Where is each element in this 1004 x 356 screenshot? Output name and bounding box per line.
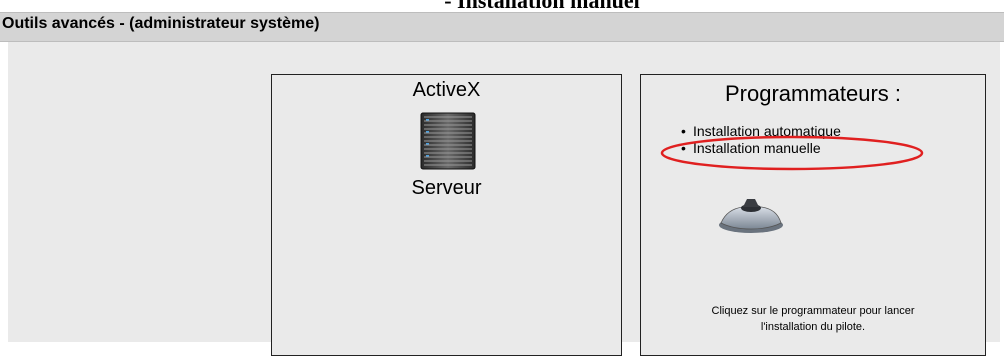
page-top-title: - Installation manuel — [444, 0, 640, 13]
install-option-automatic: • Installation automatique — [681, 123, 841, 140]
header-title: Outils avancés - (administrateur système… — [2, 15, 320, 32]
bullet-icon: • — [681, 123, 686, 139]
activex-panel: ActiveX Serveur — [271, 74, 622, 356]
programmer-panel: Programmateurs : • Installation automatiq… — [640, 74, 986, 356]
activex-title: ActiveX — [412, 79, 481, 101]
server-label[interactable]: Serveur — [272, 177, 621, 200]
content-area: ActiveX Serveur Programmateurs: • Insta… — [8, 42, 1000, 356]
install-option-manual: • Installation manuelle — [681, 140, 841, 157]
programmer-instructions: Cliquez sur le programmateur pour lancer… — [641, 303, 985, 335]
install-automatic-link[interactable]: Installation automatique — [693, 123, 841, 139]
instructions-line-2: l'installation du pilote. — [760, 321, 866, 333]
install-options-list: • Installation automatique • Installation … — [681, 123, 841, 157]
programmer-device-icon[interactable] — [717, 195, 785, 235]
programmer-title: Programmateurs : — [724, 81, 902, 106]
header-bar: Outils avancés - (administrateur système… — [0, 12, 1004, 42]
bullet-icon: • — [681, 140, 686, 156]
instructions-line-1: Cliquez sur le programmateur pour lancer — [711, 305, 915, 317]
server-icon[interactable] — [417, 111, 479, 171]
install-manual-link[interactable]: Installation manuelle — [693, 140, 821, 156]
